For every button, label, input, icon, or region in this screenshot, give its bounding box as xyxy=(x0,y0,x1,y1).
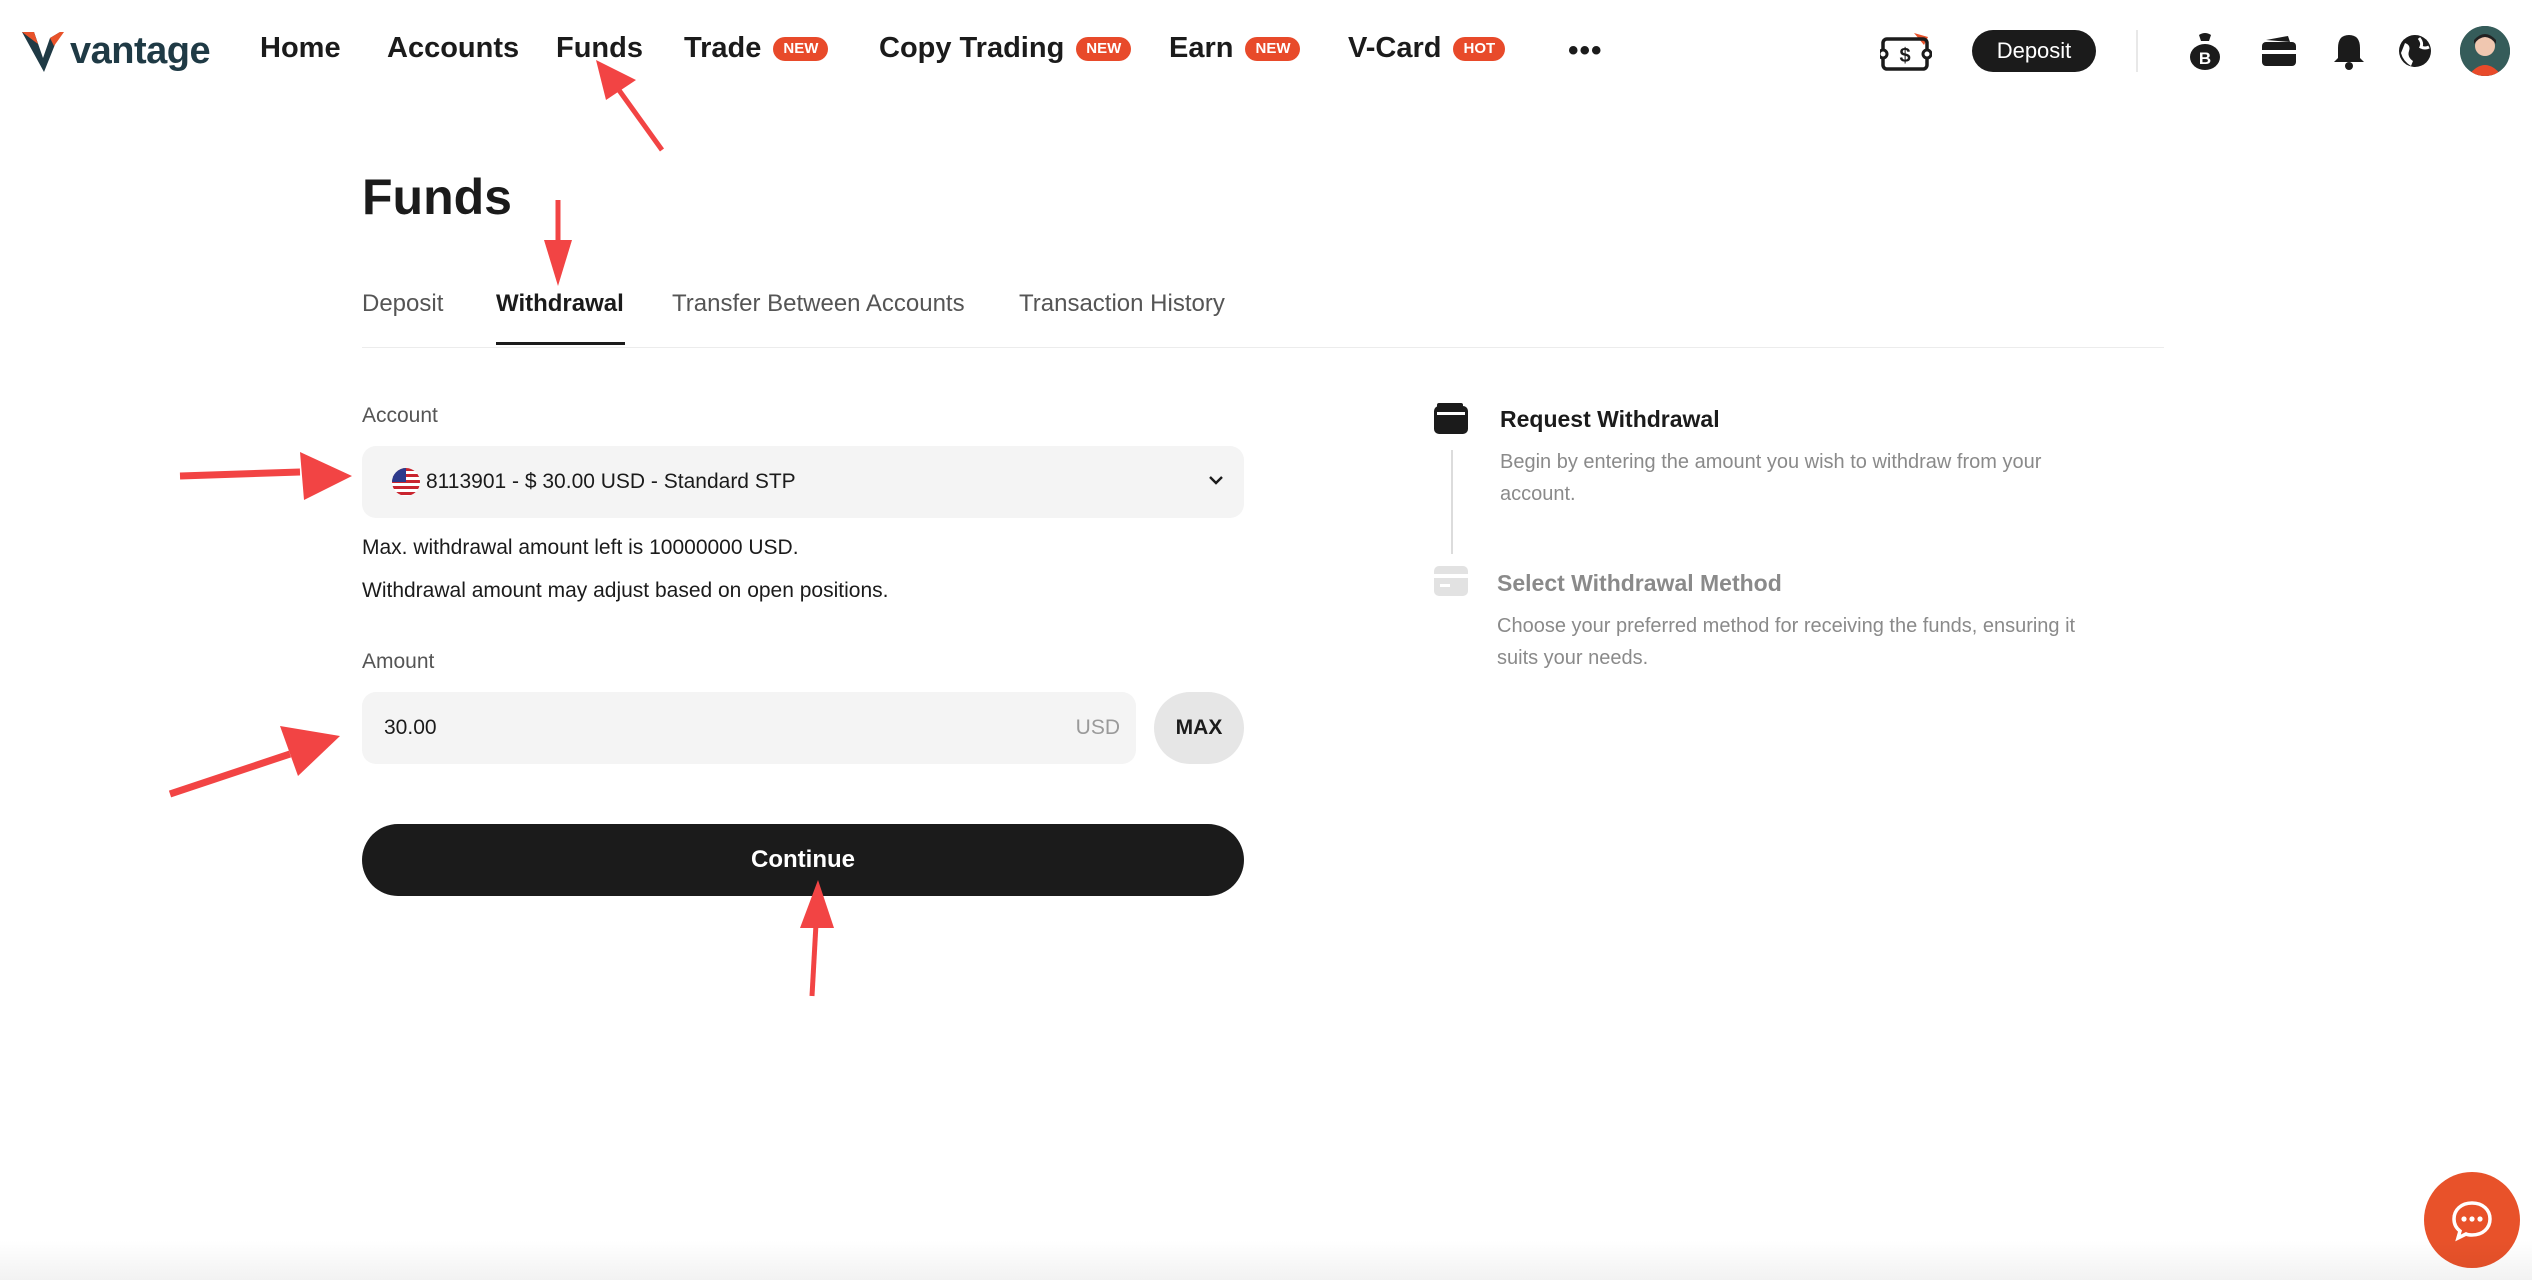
withdrawal-adjust-note: Withdrawal amount may adjust based on op… xyxy=(362,579,889,602)
nav-earn[interactable]: Earn NEW xyxy=(1169,32,1301,65)
step-2-title: Select Withdrawal Method xyxy=(1497,570,1782,596)
currency-suffix: USD xyxy=(1075,716,1120,739)
active-tab-indicator xyxy=(496,342,625,345)
arrow-to-funds-nav xyxy=(596,60,665,152)
amount-label: Amount xyxy=(362,650,435,673)
nav-divider xyxy=(2136,30,2138,72)
nav-copy-trading-label: Copy Trading xyxy=(879,32,1065,64)
logo-text: vantage xyxy=(70,29,211,72)
step-connector xyxy=(1451,450,1453,554)
tab-deposit[interactable]: Deposit xyxy=(362,290,443,318)
globe-icon[interactable] xyxy=(2394,30,2436,72)
arrow-to-account-select xyxy=(179,452,352,500)
max-button[interactable]: MAX xyxy=(1154,692,1244,764)
vantage-logo[interactable]: vantage xyxy=(20,26,211,76)
account-select-value: 8113901 - $ 30.00 USD - Standard STP xyxy=(426,470,796,493)
tab-withdrawal[interactable]: Withdrawal xyxy=(496,290,624,318)
nav-home-label: Home xyxy=(260,32,341,64)
nav-home[interactable]: Home xyxy=(260,32,341,65)
step-2-icon xyxy=(1433,564,1469,603)
chevron-down-icon xyxy=(1209,476,1223,485)
nav-funds[interactable]: Funds xyxy=(556,32,643,65)
new-badge: NEW xyxy=(1076,36,1132,61)
nav-funds-label: Funds xyxy=(556,32,643,64)
arrow-to-amount-field xyxy=(168,726,340,798)
page-title: Funds xyxy=(362,169,512,225)
us-flag-icon xyxy=(392,468,420,496)
new-badge: NEW xyxy=(1245,36,1301,61)
svg-text:$: $ xyxy=(1899,45,1910,67)
vantage-logo-mark xyxy=(22,32,64,72)
max-withdrawal-note: Max. withdrawal amount left is 10000000 … xyxy=(362,536,799,559)
chat-bubble-icon xyxy=(2452,1201,2492,1242)
continue-button[interactable]: Continue xyxy=(362,824,1244,896)
tab-transfer-between-accounts[interactable]: Transfer Between Accounts xyxy=(672,290,965,318)
account-select[interactable]: 8113901 - $ 30.00 USD - Standard STP xyxy=(362,446,1244,518)
bell-icon[interactable] xyxy=(2328,30,2370,72)
hot-badge: HOT xyxy=(1453,36,1506,61)
nav-v-card-label: V-Card xyxy=(1348,32,1442,64)
nav-copy-trading[interactable]: Copy Trading NEW xyxy=(879,32,1132,65)
tab-transaction-history[interactable]: Transaction History xyxy=(1019,290,1225,318)
deposit-button[interactable]: Deposit xyxy=(1972,30,2096,72)
amount-input[interactable] xyxy=(382,715,1026,741)
cash-voucher-icon[interactable]: $ xyxy=(1880,28,1932,74)
tabs-divider xyxy=(362,347,2164,348)
nav-trade-label: Trade xyxy=(684,32,762,64)
account-label: Account xyxy=(362,404,438,427)
step-1-icon xyxy=(1433,402,1469,441)
bitcoin-bag-icon[interactable]: B xyxy=(2184,30,2226,72)
new-badge: NEW xyxy=(773,36,829,61)
avatar[interactable] xyxy=(2460,26,2510,76)
nav-v-card[interactable]: V-Card HOT xyxy=(1348,32,1506,65)
nav-accounts[interactable]: Accounts xyxy=(387,32,519,65)
bottom-fade xyxy=(0,1240,2532,1280)
arrow-to-withdrawal-tab xyxy=(544,200,572,286)
step-1-description: Begin by entering the amount you wish to… xyxy=(1500,451,2042,505)
more-menu-button[interactable]: ••• xyxy=(1568,34,1603,68)
nav-trade[interactable]: Trade NEW xyxy=(684,32,829,65)
step-1-title: Request Withdrawal xyxy=(1500,406,1720,432)
step-2-description: Choose your preferred method for receivi… xyxy=(1497,615,2076,669)
nav-earn-label: Earn xyxy=(1169,32,1234,64)
wallet-icon[interactable] xyxy=(2258,30,2300,72)
arrow-to-continue-button xyxy=(800,880,834,997)
amount-field-wrapper: USD xyxy=(362,692,1136,764)
svg-text:B: B xyxy=(2199,49,2211,68)
nav-accounts-label: Accounts xyxy=(387,32,520,64)
